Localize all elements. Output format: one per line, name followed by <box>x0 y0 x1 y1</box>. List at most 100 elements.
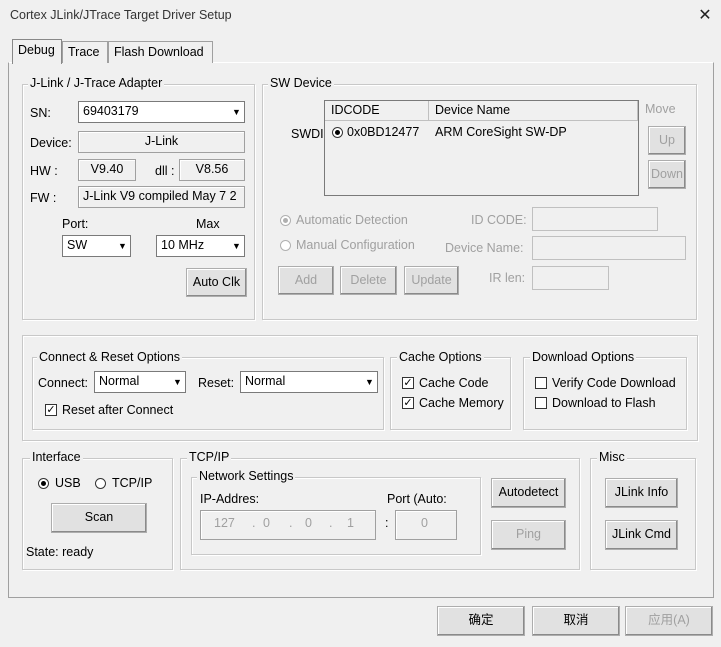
apply-button[interactable]: 应用(A) <box>625 606 713 636</box>
ip-octet-4: 1 <box>347 516 354 530</box>
connect-value: Normal <box>99 374 140 388</box>
state-text: State: ready <box>26 545 94 559</box>
device-label: Device: <box>30 136 72 150</box>
chevron-down-icon: ▼ <box>169 372 185 392</box>
port-select[interactable]: SW ▼ <box>62 235 131 257</box>
cache-code-label: Cache Code <box>419 376 489 390</box>
reset-select[interactable]: Normal ▼ <box>240 371 378 393</box>
usb-radio[interactable] <box>38 478 49 489</box>
max-clock-value: 10 MHz <box>161 238 205 252</box>
device-field: J-Link <box>78 131 245 153</box>
ok-button[interactable]: 确定 <box>437 606 525 636</box>
row-device-name: ARM CoreSight SW-DP <box>435 125 567 139</box>
ip-octet-1: 127 <box>214 516 235 530</box>
port-input[interactable]: 0 <box>395 510 457 540</box>
col-device-name[interactable]: Device Name <box>429 101 638 121</box>
hw-label: HW : <box>30 164 58 178</box>
col-idcode[interactable]: IDCODE <box>325 101 429 121</box>
ip-address-label: IP-Addres: <box>200 492 260 506</box>
connect-reset-legend: Connect & Reset Options <box>37 350 183 364</box>
delete-button[interactable]: Delete <box>340 266 397 295</box>
row-idcode: 0x0BD12477 <box>347 125 420 139</box>
auto-detection-label: Automatic Detection <box>296 213 408 227</box>
connect-select[interactable]: Normal ▼ <box>94 371 186 393</box>
manual-config-radio[interactable] <box>280 240 291 251</box>
id-code-label: ID CODE: <box>471 213 527 227</box>
connect-reset-group <box>32 357 384 430</box>
download-to-flash-label: Download to Flash <box>552 396 656 410</box>
selected-radio-icon <box>332 127 343 138</box>
misc-legend: Misc <box>597 450 627 464</box>
window-title: Cortex JLink/JTrace Target Driver Setup <box>10 8 232 22</box>
update-button[interactable]: Update <box>404 266 459 295</box>
cache-code-checkbox[interactable]: ✓ <box>402 377 414 389</box>
chevron-down-icon: ▼ <box>228 102 244 122</box>
reset-after-connect-label: Reset after Connect <box>62 403 174 417</box>
autodetect-button[interactable]: Autodetect <box>491 478 566 508</box>
device-list[interactable]: IDCODE Device Name 0x0BD12477 ARM CoreSi… <box>324 100 639 196</box>
port-value: 0 <box>421 516 428 530</box>
scan-button[interactable]: Scan <box>51 503 147 533</box>
max-clock-select[interactable]: 10 MHz ▼ <box>156 235 245 257</box>
verify-label: Verify Code Download <box>552 376 676 390</box>
chevron-down-icon: ▼ <box>228 236 244 256</box>
move-label: Move <box>645 102 676 116</box>
download-legend: Download Options <box>530 350 637 364</box>
usb-label: USB <box>55 476 81 490</box>
ir-len-label: IR len: <box>489 271 526 285</box>
tcpip-radio[interactable] <box>95 478 106 489</box>
sn-select[interactable]: 69403179 ▼ <box>78 101 245 123</box>
ir-len-input[interactable] <box>532 266 609 290</box>
verify-checkbox[interactable] <box>535 377 547 389</box>
jlink-cmd-button[interactable]: JLink Cmd <box>605 520 678 550</box>
fw-field: J-Link V9 compiled May 7 2 <box>78 186 245 208</box>
ip-octet-2: 0 <box>263 516 270 530</box>
cache-legend: Cache Options <box>397 350 484 364</box>
list-item[interactable]: 0x0BD12477 ARM CoreSight SW-DP <box>325 123 638 143</box>
cache-memory-checkbox[interactable]: ✓ <box>402 397 414 409</box>
cache-group <box>390 357 511 430</box>
id-code-input[interactable] <box>532 207 658 231</box>
jlink-info-button[interactable]: JLink Info <box>605 478 678 508</box>
download-to-flash-checkbox[interactable] <box>535 397 547 409</box>
dll-field: V8.56 <box>179 159 245 181</box>
auto-detection-radio[interactable] <box>280 215 291 226</box>
ip-dot: . <box>252 516 256 530</box>
move-down-button[interactable]: Down <box>648 160 686 189</box>
ip-octet-3: 0 <box>305 516 312 530</box>
sw-device-legend: SW Device <box>268 76 334 90</box>
close-icon[interactable]: ✕ <box>694 5 716 27</box>
swdi-label: SWDI <box>291 127 324 141</box>
reset-label: Reset: <box>198 376 235 390</box>
tab-trace[interactable]: Trace <box>62 41 108 63</box>
fw-label: FW : <box>30 191 57 205</box>
ping-button[interactable]: Ping <box>491 520 566 550</box>
device-name-input[interactable] <box>532 236 686 260</box>
chevron-down-icon: ▼ <box>114 236 130 256</box>
interface-legend: Interface <box>30 450 83 464</box>
misc-group <box>590 458 696 570</box>
tcpip-label: TCP/IP <box>112 476 153 490</box>
ip-dot: . <box>329 516 333 530</box>
cancel-button[interactable]: 取消 <box>532 606 620 636</box>
sn-value: 69403179 <box>83 104 139 118</box>
tab-flash-download[interactable]: Flash Download <box>108 41 213 63</box>
connect-label: Connect: <box>38 376 89 390</box>
reset-after-connect-checkbox[interactable]: ✓ <box>45 404 57 416</box>
ip-address-input[interactable]: 127 . 0 . 0 . 1 <box>200 510 376 540</box>
port-value: SW <box>67 238 88 252</box>
tab-debug[interactable]: Debug <box>12 39 62 64</box>
port-auto-label: Port (Auto: <box>387 492 447 506</box>
hw-field: V9.40 <box>78 159 136 181</box>
manual-config-label: Manual Configuration <box>296 238 415 252</box>
port-colon: : <box>385 516 389 530</box>
tcpip-legend: TCP/IP <box>187 450 232 464</box>
dll-label: dll : <box>155 164 175 178</box>
add-button[interactable]: Add <box>278 266 334 295</box>
sn-label: SN: <box>30 106 51 120</box>
auto-clk-button[interactable]: Auto Clk <box>186 268 247 297</box>
move-up-button[interactable]: Up <box>648 126 686 155</box>
adapter-legend: J-Link / J-Trace Adapter <box>28 76 165 90</box>
device-name-label: Device Name: <box>445 241 524 255</box>
chevron-down-icon: ▼ <box>361 372 377 392</box>
